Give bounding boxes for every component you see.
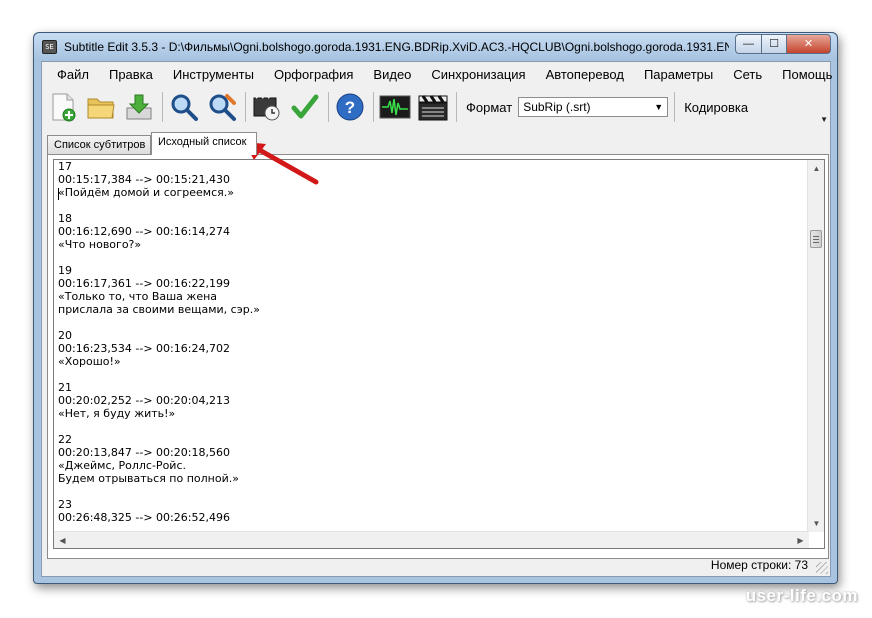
menu-edit[interactable]: Правка bbox=[99, 67, 163, 82]
help-icon: ? bbox=[336, 93, 364, 121]
subtitle-text-line: «Джеймс, Роллс-Ройс. bbox=[58, 459, 186, 472]
chevron-down-icon: ▼ bbox=[654, 102, 664, 112]
source-text-editor[interactable]: 17 00:15:17,384 --> 00:15:21,430 «Пойдём д… bbox=[53, 159, 825, 549]
video-sync-icon bbox=[253, 93, 280, 121]
vertical-scrollbar[interactable]: ▲ ▼ bbox=[807, 160, 824, 532]
title-bar[interactable]: SE Subtitle Edit 3.5.3 - D:\Фильмы\Ogni.… bbox=[34, 33, 837, 61]
toolbar-separator bbox=[245, 92, 246, 122]
srt-text-content[interactable]: 17 00:15:17,384 --> 00:15:21,430 «Пойдём д… bbox=[58, 160, 803, 530]
scroll-left-icon[interactable]: ◀ bbox=[54, 532, 71, 548]
subtitle-timecode: 00:20:02,252 --> 00:20:04,213 bbox=[58, 394, 230, 407]
help-button[interactable]: ? bbox=[334, 90, 366, 124]
window-title: Subtitle Edit 3.5.3 - D:\Фильмы\Ogni.bol… bbox=[64, 40, 729, 54]
tab-source-view[interactable]: Исходный список bbox=[151, 132, 257, 155]
encoding-label: Кодировка bbox=[684, 99, 749, 115]
format-select[interactable]: SubRip (.srt) ▼ bbox=[518, 97, 669, 117]
subtitle-text-line: прислала за своими вещами, сэр.» bbox=[58, 303, 260, 316]
scroll-down-icon[interactable]: ▼ bbox=[808, 515, 824, 532]
waveform-icon bbox=[379, 95, 411, 119]
format-select-value: SubRip (.srt) bbox=[523, 100, 591, 114]
save-file-button[interactable] bbox=[123, 90, 155, 124]
menu-video[interactable]: Видео bbox=[363, 67, 421, 82]
close-button[interactable]: ✕ bbox=[787, 34, 831, 54]
find-button[interactable] bbox=[168, 90, 200, 124]
new-file-button[interactable] bbox=[47, 90, 79, 124]
maximize-button[interactable]: ☐ bbox=[762, 34, 787, 54]
watermark: user-life.com bbox=[745, 586, 858, 605]
menu-autotranslate[interactable]: Автоперевод bbox=[536, 67, 634, 82]
toolbar-overflow-icon[interactable]: ▼ bbox=[820, 115, 828, 124]
format-label: Формат bbox=[466, 99, 513, 115]
clapperboard-icon bbox=[418, 95, 448, 121]
resize-grip-icon[interactable] bbox=[816, 562, 828, 574]
scroll-right-icon[interactable]: ▶ bbox=[792, 532, 809, 548]
subtitle-number: 19 bbox=[58, 264, 72, 277]
subtitle-number: 21 bbox=[58, 381, 72, 394]
subtitle-text-line: «Пойдём домой и согреемся.» bbox=[58, 186, 234, 199]
toolbar-separator bbox=[674, 92, 676, 122]
save-download-icon bbox=[126, 94, 152, 120]
new-file-icon bbox=[52, 93, 76, 122]
waveform-button[interactable] bbox=[379, 90, 411, 124]
subtitle-text-line: «Хорошо!» bbox=[58, 355, 121, 368]
replace-button[interactable] bbox=[206, 90, 238, 124]
menu-tools[interactable]: Инструменты bbox=[163, 67, 264, 82]
subtitle-timecode: 00:16:23,534 --> 00:16:24,702 bbox=[58, 342, 230, 355]
spellcheck-button[interactable] bbox=[289, 90, 321, 124]
subtitle-number: 22 bbox=[58, 433, 72, 446]
subtitle-number: 18 bbox=[58, 212, 72, 225]
line-number-status: Номер строки: 73 bbox=[710, 558, 808, 572]
menu-spellcheck[interactable]: Орфография bbox=[264, 67, 363, 82]
svg-text:?: ? bbox=[345, 98, 355, 117]
app-icon[interactable]: SE bbox=[42, 40, 57, 54]
subtitle-timecode: 00:20:13,847 --> 00:20:18,560 bbox=[58, 446, 230, 459]
client-area: Файл Правка Инструменты Орфография Видео… bbox=[41, 61, 832, 577]
toolbar-separator bbox=[456, 92, 457, 122]
status-bar: Номер строки: 73 bbox=[42, 554, 830, 576]
spellcheck-icon bbox=[291, 94, 319, 119]
subtitle-text-line: Будем отрываться по полной.» bbox=[58, 472, 239, 485]
source-view-panel: 17 00:15:17,384 --> 00:15:21,430 «Пойдём д… bbox=[47, 154, 829, 559]
app-window: SE Subtitle Edit 3.5.3 - D:\Фильмы\Ogni.… bbox=[33, 32, 838, 584]
menu-sync[interactable]: Синхронизация bbox=[421, 67, 535, 82]
toolbar-separator bbox=[162, 92, 163, 122]
window-controls: — ☐ ✕ bbox=[735, 34, 831, 54]
tab-subtitle-list[interactable]: Список субтитров bbox=[47, 135, 151, 155]
toolbar-separator bbox=[373, 92, 374, 122]
subtitle-text-line: «Только то, что Ваша жена bbox=[58, 290, 218, 303]
toolbar-separator bbox=[328, 92, 329, 122]
scroll-up-icon[interactable]: ▲ bbox=[808, 160, 824, 177]
visual-sync-button[interactable] bbox=[251, 90, 283, 124]
toolbar: ? Формат SubRip (.srt) ▼ Кодировка bbox=[42, 87, 820, 127]
text-caret bbox=[58, 188, 59, 200]
open-folder-icon bbox=[87, 98, 115, 119]
subtitle-timecode: 00:15:17,384 --> 00:15:21,430 bbox=[58, 173, 230, 186]
menu-network[interactable]: Сеть bbox=[723, 67, 772, 82]
minimize-button[interactable]: — bbox=[735, 34, 762, 54]
replace-icon bbox=[209, 94, 236, 121]
subtitle-number: 17 bbox=[58, 160, 72, 173]
menu-help[interactable]: Помощь bbox=[772, 67, 842, 82]
menu-bar: Файл Правка Инструменты Орфография Видео… bbox=[42, 62, 832, 87]
menu-options[interactable]: Параметры bbox=[634, 67, 723, 82]
open-file-button[interactable] bbox=[85, 90, 117, 124]
subtitle-timecode: 00:26:48,325 --> 00:26:52,496 bbox=[58, 511, 230, 524]
subtitle-number: 23 bbox=[58, 498, 72, 511]
menu-file[interactable]: Файл bbox=[49, 67, 99, 82]
subtitle-number: 20 bbox=[58, 329, 72, 342]
subtitle-text-line: «Нет, я буду жить!» bbox=[58, 407, 176, 420]
video-button[interactable] bbox=[417, 90, 449, 124]
horizontal-scrollbar[interactable]: ◀ ▶ bbox=[54, 531, 809, 548]
subtitle-text-line: «Что нового?» bbox=[58, 238, 142, 251]
subtitle-timecode: 00:16:12,690 --> 00:16:14,274 bbox=[58, 225, 230, 238]
find-icon bbox=[171, 94, 198, 121]
vertical-scroll-thumb[interactable] bbox=[810, 230, 822, 248]
subtitle-timecode: 00:16:17,361 --> 00:16:22,199 bbox=[58, 277, 230, 290]
